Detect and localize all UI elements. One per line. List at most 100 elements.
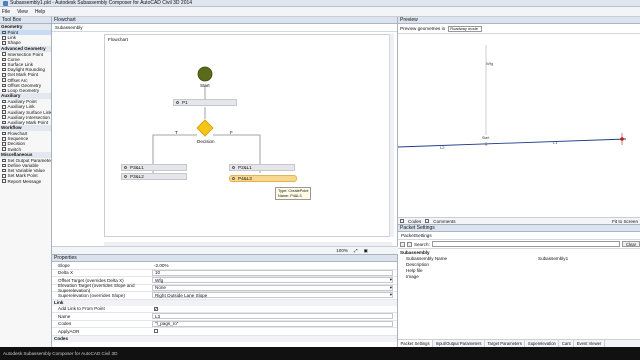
tool-icon	[2, 115, 6, 119]
tool-icon	[2, 142, 6, 146]
prop-dropdown[interactable]: Right Outside Lane Slope ▾	[152, 292, 393, 299]
preview-title: Preview	[398, 17, 640, 24]
flowchart-breadcrumb[interactable]: Subassembly	[52, 24, 397, 32]
status-text: Autodesk Subassembly Composer for AutoCA…	[3, 351, 118, 356]
prop-value[interactable]: "l_pags_ro"	[152, 320, 393, 327]
flow-node-label: P3&L2	[130, 174, 144, 179]
preview-links	[398, 138, 627, 148]
tool-icon	[2, 105, 6, 109]
prop-name: ApplyAOR	[58, 328, 80, 334]
packet-settings-panel: Packet Settings PacketSettings Search: C…	[398, 224, 640, 347]
decision-node[interactable]	[196, 119, 214, 137]
categorized-icon[interactable]	[400, 241, 405, 247]
tool-icon	[2, 30, 6, 35]
zoom-level[interactable]: 100%	[336, 248, 348, 253]
tooltip-type-value: CreatePoint	[288, 189, 309, 193]
apply-aor-checkbox[interactable]	[154, 329, 158, 334]
flowchart-connectors	[152, 85, 261, 173]
tab-target-parameters[interactable]: Target Parameters	[485, 340, 526, 347]
tool-icon	[2, 78, 6, 82]
packet-value[interactable]: Subassembly1	[538, 256, 568, 261]
preview-canvas[interactable]: Wfg Start L2 L1	[398, 35, 640, 217]
properties-panel: Properties Slope -2.00% Delta X 10 Offse…	[52, 254, 398, 347]
prop-delta-x: Delta X 10	[52, 269, 397, 277]
prop-add-link: Add Link to From Point ✓	[52, 305, 397, 313]
prop-value[interactable]: 10	[152, 269, 393, 276]
tooltip-name-label: Name:	[278, 193, 290, 198]
flow-node-p2l1[interactable]: P2&L1	[229, 164, 295, 171]
app-icon	[3, 0, 8, 6]
flow-node-p4l3[interactable]: P4&L3	[229, 175, 297, 182]
flow-node-label: P4&L3	[238, 176, 252, 181]
codes-checkbox[interactable]	[400, 219, 404, 223]
prop-value[interactable]: L3	[152, 313, 393, 320]
tab-cant[interactable]: Cant	[559, 340, 575, 347]
tool-icon	[2, 36, 6, 40]
search-input[interactable]	[431, 241, 620, 247]
overview-icon[interactable]: ▣	[364, 248, 368, 254]
add-link-checkbox[interactable]: ✓	[154, 306, 158, 311]
link-label-l2: L2	[440, 145, 445, 150]
toolbox-item-report-message[interactable]: Report Message	[0, 179, 51, 184]
prop-dropdown[interactable]: Wfg ▾	[152, 277, 393, 284]
prop-value: Right Outside Lane Slope	[155, 292, 208, 298]
tool-icon	[2, 137, 6, 141]
tool-icon	[2, 168, 6, 173]
flowchart-vertical-scrollbar[interactable]	[389, 34, 394, 237]
tab-event-viewer[interactable]: Event Viewer	[574, 340, 605, 347]
tool-icon	[2, 41, 6, 45]
prop-value: None	[155, 285, 166, 291]
tab-packet-settings[interactable]: Packet Settings	[398, 340, 434, 347]
prop-value	[152, 328, 393, 335]
preview-mode-select[interactable]: Roadway mode	[448, 25, 483, 32]
chevron-down-icon: ▾	[389, 292, 392, 298]
fit-to-screen-button[interactable]: Fit to Screen	[612, 219, 640, 224]
toolbox-group-advanced-geometry[interactable]: Advanced Geometry	[0, 45, 51, 52]
prop-section-codes[interactable]: Codes	[52, 335, 397, 342]
comments-checkbox[interactable]	[425, 219, 430, 223]
flowchart-canvas[interactable]: Flowchart Start P1 Decision T F P3&L1 P3…	[104, 34, 392, 237]
prop-value: ✓	[152, 305, 393, 312]
prop-dropdown[interactable]: None ▾	[152, 284, 393, 291]
tool-icon	[2, 62, 6, 67]
menu-view[interactable]: View	[17, 9, 28, 15]
packet-row-image: Image	[398, 273, 640, 279]
clear-button[interactable]: Clear	[621, 241, 640, 247]
packet-key: Subassembly Name	[406, 255, 448, 261]
tool-icon	[2, 57, 6, 62]
point-icon	[232, 166, 235, 169]
flow-node-p3l2[interactable]: P3&L2	[121, 173, 187, 180]
origin-label: Start	[482, 136, 489, 140]
search-label: Search:	[413, 241, 430, 247]
chevron-down-icon: ▾	[389, 284, 392, 290]
tab-input-output-parameters[interactable]: Input/Output Parameters	[433, 340, 485, 347]
link-label-l1: L1	[553, 140, 558, 145]
toolbox-panel: Tool Box Geometry Point Link Shape Advanced …	[0, 17, 52, 347]
toolbox-title: Tool Box	[0, 17, 51, 24]
flow-node-p3l1[interactable]: P3&L1	[121, 164, 187, 171]
flow-node-p1[interactable]: P1	[173, 99, 237, 106]
menu-help[interactable]: Help	[35, 9, 45, 15]
toolbox-item-label: Report Message	[7, 178, 42, 184]
decision-node-label: Decision	[197, 139, 215, 144]
prop-name: Elevation Target (overrides Slope and Su…	[58, 282, 135, 293]
menu-file[interactable]: File	[2, 9, 10, 15]
node-tooltip: Type: CreatePoint Name: P4&L3	[275, 187, 312, 201]
start-node[interactable]	[197, 66, 213, 82]
tab-superelevation[interactable]: Superelevation	[525, 340, 560, 347]
flowchart-canvas-title: Flowchart	[108, 37, 128, 42]
fit-icon[interactable]: ⤢	[354, 248, 358, 253]
tool-icon	[2, 179, 6, 183]
flow-node-label: P1	[182, 100, 188, 105]
prop-name: Superelevation (overrides Slope)	[58, 292, 125, 298]
tooltip-type-label: Type:	[278, 189, 288, 193]
tool-icon	[2, 120, 6, 125]
tool-icon	[2, 147, 6, 151]
packet-settings-tab-title: PacketSettings	[398, 232, 640, 240]
preview-mode-label: Preview geometries in	[400, 26, 446, 31]
tool-icon	[2, 158, 6, 163]
packet-tabs: Packet Settings Input/Output Parameters …	[398, 339, 640, 347]
alphabetical-icon[interactable]	[406, 241, 412, 247]
prop-value[interactable]: -2.00%	[152, 262, 393, 269]
point-icon	[124, 175, 127, 178]
